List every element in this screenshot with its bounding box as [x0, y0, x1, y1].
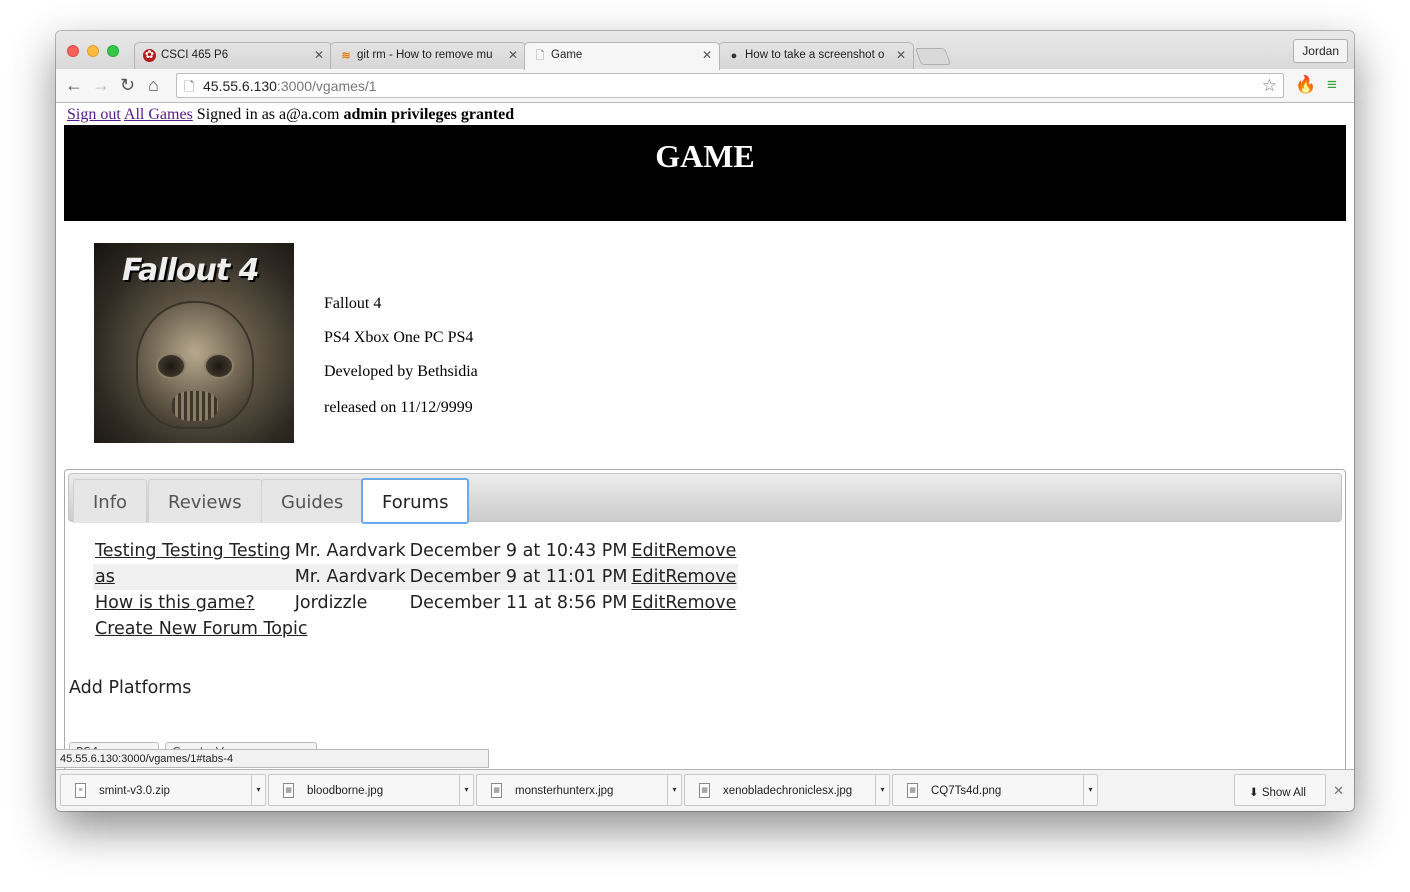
download-arrow-icon: ⬇ — [1249, 787, 1259, 799]
topic-author: Jordizzle — [294, 593, 368, 613]
helmet-grille — [172, 391, 218, 421]
tab-bar: Info Reviews Guides Forums — [68, 473, 1342, 524]
table-row: How is this game? Jordizzle December 11 … — [93, 590, 738, 616]
zoom-window-button[interactable] — [107, 45, 119, 57]
download-item[interactable]: ▦ CQ7Ts4d.png ▾ — [892, 774, 1098, 806]
all-games-link[interactable]: All Games — [124, 106, 193, 123]
image-file-icon: ▦ — [283, 783, 294, 798]
game-developer: Developed by Bethsidia — [324, 363, 478, 380]
forum-topics-table: Testing Testing Testing Mr. Aardvark Dec… — [93, 538, 739, 642]
browser-window: ✿ CSCI 465 P6 ✕ ≋ git rm - How to remove… — [56, 31, 1354, 811]
image-file-icon: ▦ — [491, 783, 502, 798]
edit-link[interactable]: Edit — [631, 593, 665, 613]
page-info-icon[interactable]: 🗋 — [184, 78, 194, 100]
minimize-window-button[interactable] — [87, 45, 99, 57]
remove-link[interactable]: Remove — [665, 593, 736, 613]
new-tab-button[interactable] — [914, 48, 952, 65]
add-platforms-heading: Add Platforms — [69, 678, 192, 698]
browser-tab-1[interactable]: ✿ CSCI 465 P6 ✕ — [134, 42, 332, 69]
topic-author: Mr. Aardvark — [294, 541, 406, 561]
topic-date: December 9 at 11:01 PM — [407, 564, 630, 590]
forum-topic-link[interactable]: How is this game? — [95, 593, 255, 613]
forum-topic-link[interactable]: Testing Testing Testing — [95, 541, 291, 561]
browser-toolbar: ← → ↻ ⌂ 🗋 45.55.6.130:3000/vgames/1 ☆ 🔥 … — [56, 69, 1354, 103]
browser-tab-4[interactable]: ● How to take a screenshot o ✕ — [718, 42, 914, 69]
close-tab-icon[interactable]: ✕ — [702, 48, 712, 62]
close-window-button[interactable] — [67, 45, 79, 57]
close-tab-icon[interactable]: ✕ — [508, 48, 518, 62]
tab-forums[interactable]: Forums — [361, 478, 470, 524]
browser-tab-2[interactable]: ≋ git rm - How to remove mu ✕ — [330, 42, 526, 69]
profile-button[interactable]: Jordan — [1293, 39, 1348, 63]
tab-guides[interactable]: Guides — [261, 479, 364, 523]
chevron-down-icon[interactable]: ▾ — [251, 775, 265, 805]
tab-info[interactable]: Info — [73, 479, 148, 523]
download-item[interactable]: ▦ bloodborne.jpg ▾ — [268, 774, 474, 806]
topic-date: December 9 at 10:43 PM — [409, 541, 628, 561]
show-all-downloads-button[interactable]: ⬇ Show All — [1234, 774, 1326, 806]
remove-link[interactable]: Remove — [665, 567, 736, 587]
close-tab-icon[interactable]: ✕ — [896, 48, 906, 62]
table-row: as Mr. Aardvark December 9 at 11:01 PM E… — [93, 564, 739, 590]
table-row: Testing Testing Testing Mr. Aardvark Dec… — [93, 538, 738, 564]
power-armor-helmet — [136, 301, 254, 429]
page-content: Sign out All Games Signed in as a@a.com … — [56, 103, 1354, 769]
helmet-eye-right — [204, 353, 234, 379]
close-icon[interactable]: ✕ — [1333, 783, 1344, 799]
game-release-date: released on 11/12/9999 — [324, 399, 473, 416]
cover-logo-text: Fallout 4 — [122, 253, 259, 288]
document-icon: 🗋 — [535, 49, 545, 62]
forward-arrow-icon[interactable]: → — [92, 75, 110, 95]
chevron-down-icon[interactable]: ▾ — [459, 775, 473, 805]
chevron-down-icon[interactable]: ▾ — [667, 775, 681, 805]
edit-link[interactable]: Edit — [631, 541, 665, 561]
helmet-eye-left — [156, 353, 186, 379]
chevron-down-icon[interactable]: ▾ — [1083, 775, 1097, 805]
user-bar: Sign out All Games Signed in as a@a.com … — [67, 106, 514, 124]
table-row: Create New Forum Topic — [93, 616, 738, 642]
tab-reviews[interactable]: Reviews — [148, 479, 262, 523]
browser-tab-3-active[interactable]: 🗋 Game ✕ — [524, 42, 720, 70]
download-item[interactable]: ▦ monsterhunterx.jpg ▾ — [476, 774, 682, 806]
tab-strip: ✿ CSCI 465 P6 ✕ ≋ git rm - How to remove… — [56, 31, 1354, 70]
chevron-down-icon[interactable]: ▾ — [875, 775, 889, 805]
game-platforms: PS4 Xbox One PC PS4 — [324, 329, 474, 346]
edit-link[interactable]: Edit — [631, 567, 665, 587]
game-tabs-widget: Info Reviews Guides Forums Testing Testi… — [64, 469, 1346, 769]
downloads-shelf: ≡ smint-v3.0.zip ▾ ▦ bloodborne.jpg ▾ ▦ … — [56, 769, 1354, 811]
download-item[interactable]: ≡ smint-v3.0.zip ▾ — [60, 774, 266, 806]
forum-topic-link[interactable]: as — [95, 567, 115, 587]
close-tab-icon[interactable]: ✕ — [314, 48, 324, 62]
game-cover-image: Fallout 4 — [94, 243, 294, 443]
create-forum-topic-link[interactable]: Create New Forum Topic — [95, 619, 308, 639]
image-file-icon: ▦ — [699, 783, 710, 798]
ruby-icon: ✿ — [143, 49, 156, 62]
reload-icon[interactable]: ↻ — [120, 75, 135, 95]
admin-status: admin privileges granted — [343, 106, 515, 123]
topic-date: December 11 at 8:56 PM — [409, 593, 628, 613]
game-name: Fallout 4 — [324, 295, 382, 312]
bookmark-star-icon[interactable]: ☆ — [1262, 76, 1277, 96]
page-title: GAME — [655, 138, 755, 174]
address-bar[interactable]: 🗋 45.55.6.130:3000/vgames/1 ☆ — [176, 73, 1284, 98]
status-bar-url: 45.55.6.130:3000/vgames/1#tabs-4 — [56, 749, 489, 768]
image-file-icon: ▦ — [907, 783, 918, 798]
remove-link[interactable]: Remove — [665, 541, 736, 561]
topic-author: Mr. Aardvark — [292, 564, 408, 590]
signed-in-text: Signed in as a@a.com — [196, 106, 340, 123]
stackoverflow-icon: ≋ — [341, 49, 351, 62]
extension-fire-icon[interactable]: 🔥 — [1295, 75, 1316, 95]
file-icon: ≡ — [75, 783, 86, 798]
home-icon[interactable]: ⌂ — [148, 75, 159, 95]
menu-hamburger-icon[interactable]: ≡ — [1327, 75, 1337, 95]
sign-out-link[interactable]: Sign out — [67, 106, 121, 123]
back-arrow-icon[interactable]: ← — [65, 75, 83, 95]
page-banner: GAME — [64, 125, 1346, 221]
download-item[interactable]: ▦ xenobladechroniclesx.jpg ▾ — [684, 774, 890, 806]
apple-icon: ● — [730, 49, 738, 62]
